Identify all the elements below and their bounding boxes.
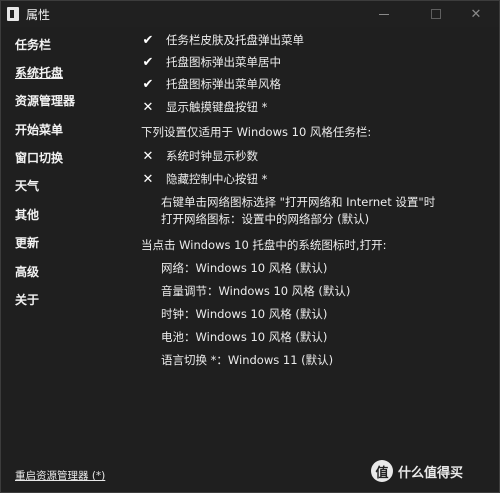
- section-heading-tray-click: 当点击 Windows 10 托盘中的系统图标时,打开:: [141, 238, 387, 252]
- restart-explorer-link[interactable]: 重启资源管理器 (*): [15, 468, 105, 483]
- tray-setting-network[interactable]: 网络：Windows 10 风格 (默认): [161, 260, 327, 276]
- section-heading-win10: 下列设置仅适用于 Windows 10 风格任务栏:: [141, 125, 372, 139]
- option-label: 托盘图标弹出菜单居中: [166, 55, 281, 69]
- tray-setting-language[interactable]: 语言切换 *：Windows 11 (默认): [161, 352, 333, 368]
- sidebar-item-update[interactable]: 更新: [15, 234, 39, 251]
- cross-icon: ✕: [142, 148, 154, 164]
- tray-setting-volume[interactable]: 音量调节：Windows 10 风格 (默认): [161, 283, 350, 299]
- option-label: 托盘图标弹出菜单风格: [166, 77, 281, 91]
- sidebar-item-other[interactable]: 其他: [15, 206, 39, 223]
- network-right-click-text: 右键单击网络图标选择 "打开网络和 Internet 设置"时: [161, 195, 436, 209]
- option-label: 显示触摸键盘按钮 *: [166, 100, 268, 114]
- option-hide-action-center[interactable]: ✕ 隐藏控制中心按钮 *: [141, 170, 268, 188]
- option-clock-seconds[interactable]: ✕ 系统时钟显示秒数: [141, 147, 258, 165]
- sidebar-item-advanced[interactable]: 高级: [15, 263, 39, 280]
- cross-icon: ✕: [142, 171, 154, 187]
- watermark-text: 什么值得买: [398, 465, 464, 481]
- watermark-logo-icon: 值: [371, 460, 393, 482]
- tray-setting-clock[interactable]: 时钟：Windows 10 风格 (默认): [161, 306, 327, 322]
- sidebar-item-system-tray[interactable]: 系统托盘: [15, 64, 63, 81]
- sidebar: 任务栏 系统托盘 资源管理器 开始菜单 窗口切换 天气 其他 更新 高级 关于: [1, 27, 131, 467]
- cross-icon: ✕: [142, 99, 154, 115]
- option-taskbar-skin[interactable]: ✔ 任务栏皮肤及托盘弹出菜单: [141, 31, 304, 49]
- properties-window: 属性 ✕ 任务栏 系统托盘 资源管理器 开始菜单 窗口切换 天气 其他 更新 高…: [0, 0, 500, 493]
- sidebar-item-explorer[interactable]: 资源管理器: [15, 92, 75, 109]
- close-icon: ✕: [470, 6, 482, 22]
- sidebar-item-weather[interactable]: 天气: [15, 177, 39, 194]
- watermark: 值 什么值得买: [371, 460, 463, 482]
- settings-panel: ✔ 任务栏皮肤及托盘弹出菜单 ✔ 托盘图标弹出菜单居中 ✔ 托盘图标弹出菜单风格…: [135, 27, 495, 447]
- checkmark-icon: ✔: [142, 54, 154, 70]
- option-tray-menu-center[interactable]: ✔ 托盘图标弹出菜单居中: [141, 53, 281, 71]
- sidebar-item-window-switcher[interactable]: 窗口切换: [15, 149, 63, 166]
- checkmark-icon: ✔: [142, 32, 154, 48]
- network-open-setting[interactable]: 打开网络图标：设置中的网络部分 (默认): [161, 211, 369, 227]
- close-button[interactable]: ✕: [453, 1, 499, 27]
- title-bar[interactable]: 属性 ✕: [1, 1, 499, 27]
- option-label: 任务栏皮肤及托盘弹出菜单: [166, 33, 304, 47]
- sidebar-item-taskbar[interactable]: 任务栏: [15, 36, 51, 53]
- option-tray-menu-style[interactable]: ✔ 托盘图标弹出菜单风格: [141, 75, 281, 93]
- sidebar-item-start-menu[interactable]: 开始菜单: [15, 121, 63, 138]
- sidebar-item-about[interactable]: 关于: [15, 291, 39, 308]
- option-label: 系统时钟显示秒数: [166, 149, 258, 163]
- window-title: 属性: [26, 8, 51, 22]
- minimize-button[interactable]: [361, 1, 407, 27]
- maximize-icon: [431, 9, 441, 19]
- checkmark-icon: ✔: [142, 76, 154, 92]
- tray-setting-battery[interactable]: 电池：Windows 10 风格 (默认): [161, 329, 327, 345]
- app-icon: [7, 7, 19, 21]
- option-touch-keyboard[interactable]: ✕ 显示触摸键盘按钮 *: [141, 98, 268, 116]
- minimize-icon: [379, 13, 389, 15]
- option-label: 隐藏控制中心按钮 *: [166, 172, 268, 186]
